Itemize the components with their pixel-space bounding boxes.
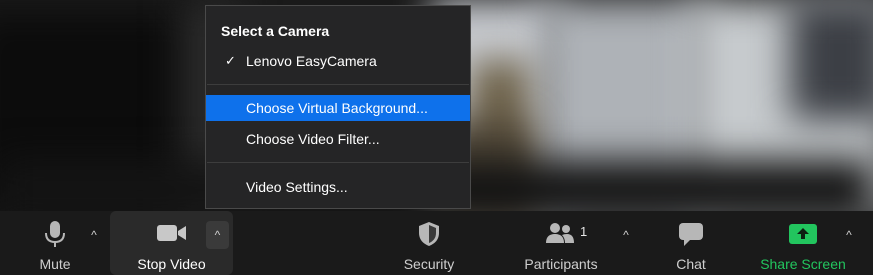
share-screen-button[interactable]: Share Screen — [754, 211, 852, 275]
chat-label: Chat — [676, 256, 706, 272]
security-label: Security — [403, 256, 455, 272]
stop-video-label: Stop Video — [137, 256, 206, 272]
menu-divider — [207, 162, 469, 163]
menu-item-choose-virtual-background[interactable]: Choose Virtual Background... — [206, 95, 470, 121]
video-options-caret[interactable]: ^ — [206, 221, 229, 249]
menu-item-label: Lenovo EasyCamera — [246, 53, 377, 69]
share-options-caret[interactable]: ^ — [840, 226, 858, 244]
menu-item-choose-video-filter[interactable]: Choose Video Filter... — [206, 126, 470, 152]
meeting-toolbar: Mute ^ Stop Video ^ Security 1 Participa… — [0, 211, 873, 275]
shield-icon — [414, 221, 444, 247]
mute-label: Mute — [39, 256, 71, 272]
share-screen-label: Share Screen — [760, 256, 846, 272]
chat-button[interactable]: Chat — [662, 211, 720, 275]
people-icon — [544, 221, 574, 247]
participants-label: Participants — [524, 256, 598, 272]
microphone-icon — [40, 221, 70, 247]
chat-bubble-icon — [676, 221, 706, 247]
share-screen-icon — [788, 221, 818, 247]
zoom-meeting-window: Select a Camera ✓ Lenovo EasyCamera Choo… — [0, 0, 873, 275]
menu-divider — [207, 84, 469, 85]
mute-button[interactable]: Mute — [20, 211, 90, 275]
menu-item-label: Choose Video Filter... — [246, 131, 380, 147]
audio-options-caret[interactable]: ^ — [85, 226, 103, 244]
video-camera-icon — [156, 221, 186, 247]
participants-button[interactable]: 1 Participants — [515, 211, 607, 275]
menu-item-label: Choose Virtual Background... — [246, 100, 428, 116]
camera-dropdown-menu: Select a Camera ✓ Lenovo EasyCamera Choo… — [205, 5, 471, 209]
participants-options-caret[interactable]: ^ — [617, 226, 635, 244]
menu-item-label: Video Settings... — [246, 179, 348, 195]
participants-count: 1 — [580, 224, 588, 239]
checkmark-icon: ✓ — [225, 53, 236, 68]
menu-heading: Select a Camera — [221, 23, 330, 39]
video-blur-region — [790, 0, 873, 120]
menu-item-lenovo-easycamera[interactable]: ✓ Lenovo EasyCamera — [206, 48, 470, 74]
menu-item-video-settings[interactable]: Video Settings... — [206, 174, 470, 200]
security-button[interactable]: Security — [393, 211, 465, 275]
